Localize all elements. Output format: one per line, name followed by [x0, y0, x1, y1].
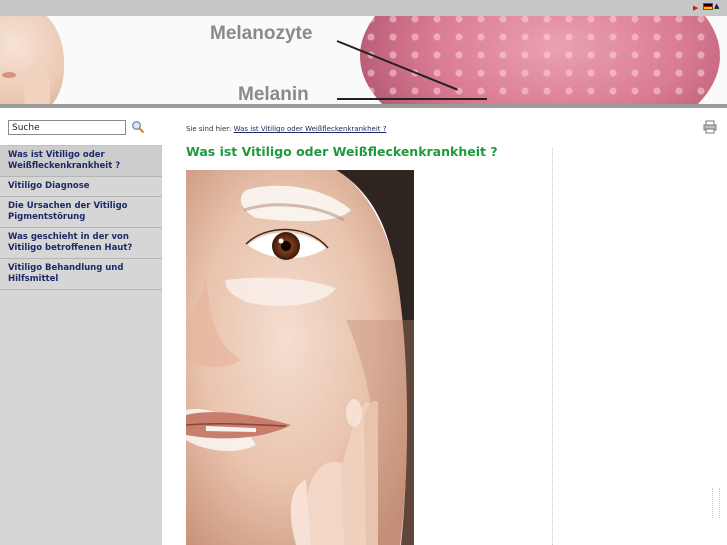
- melanin-pointer-line: [337, 98, 487, 100]
- main-content: Sie sind hier: Was ist Vitiligo oder Wei…: [162, 108, 727, 545]
- sidebar-item-diagnose[interactable]: Vitiligo Diagnose: [0, 177, 162, 197]
- breadcrumb-prefix: Sie sind hier:: [186, 125, 232, 133]
- chevron-down-icon[interactable]: ▲: [714, 2, 719, 10]
- sidebar: Was ist Vitiligo oder Weißfleckenkrankhe…: [0, 108, 162, 545]
- search-box: [0, 108, 162, 146]
- german-flag-icon[interactable]: [703, 3, 713, 10]
- sidebar-item-haut[interactable]: Was geschieht in der von Vitiligo betrof…: [0, 228, 162, 259]
- header-label-melanozyte: Melanozyte: [210, 23, 313, 44]
- page-title: Was ist Vitiligo oder Weißfleckenkrankhe…: [186, 144, 498, 159]
- breadcrumb: Sie sind hier: Was ist Vitiligo oder Wei…: [186, 125, 386, 133]
- sidebar-item-behandlung[interactable]: Vitiligo Behandlung und Hilfsmittel: [0, 259, 162, 290]
- magnifier-icon[interactable]: [131, 120, 145, 134]
- printer-icon[interactable]: [703, 120, 717, 134]
- top-bar: ▶ ▲: [0, 0, 727, 16]
- vitiligo-face-photo: [186, 170, 414, 545]
- skin-cell-illustration: [360, 16, 720, 108]
- sidebar-item-vitiligo[interactable]: Was ist Vitiligo oder Weißfleckenkrankhe…: [0, 146, 162, 177]
- header-face-image: [0, 16, 66, 108]
- scrollbar-handle[interactable]: [712, 488, 720, 518]
- header-banner: Melanozyte Melanin: [0, 16, 727, 108]
- header-label-melanin: Melanin: [238, 84, 309, 105]
- breadcrumb-link[interactable]: Was ist Vitiligo oder Weißfleckenkrankhe…: [234, 125, 387, 133]
- sidebar-item-ursachen[interactable]: Die Ursachen der Vitiligo Pigmentstörung: [0, 197, 162, 228]
- search-input[interactable]: [8, 120, 126, 135]
- content-column-divider: [552, 148, 553, 545]
- triangle-right-icon: ▶: [693, 4, 699, 12]
